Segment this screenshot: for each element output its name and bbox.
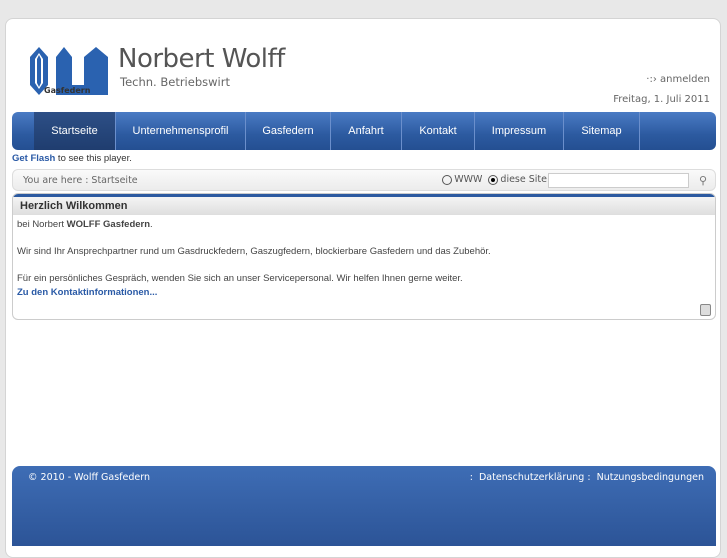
paragraph: Für ein persönliches Gespräch, wenden Si…	[17, 273, 463, 285]
footer-links: : Datenschutzerklärung : Nutzungsbedingu…	[470, 472, 704, 483]
separator: :	[587, 472, 591, 483]
current-date: Freitag, 1. Juli 2011	[613, 94, 710, 105]
brand-name: Norbert Wolff	[118, 44, 285, 74]
nav-kontakt[interactable]: Kontakt	[402, 112, 475, 150]
radio-site-label: diese Site	[500, 174, 547, 185]
nav-unternehmensprofil[interactable]: Unternehmensprofil	[116, 112, 246, 150]
content-title: Herzlich Wilkommen	[13, 194, 715, 215]
nav-gasfedern[interactable]: Gasfedern	[246, 112, 331, 150]
main-nav: Startseite Unternehmensprofil Gasfedern …	[12, 112, 716, 150]
intro-pre: bei Norbert	[17, 219, 67, 230]
print-icon[interactable]	[700, 304, 711, 316]
login-arrow-icon: ·:›	[646, 74, 661, 85]
login-link[interactable]: ·:› anmelden	[646, 74, 710, 85]
intro-bold: WOLFF Gasfedern	[66, 219, 151, 230]
nav-startseite[interactable]: Startseite	[34, 112, 116, 150]
nav-impressum[interactable]: Impressum	[475, 112, 564, 150]
radio-www[interactable]	[442, 174, 453, 185]
privacy-link[interactable]: Datenschutzerklärung	[479, 472, 584, 483]
radio-www-label: WWW	[454, 174, 483, 185]
radio-site[interactable]	[488, 174, 499, 185]
get-flash-link[interactable]: Get Flash	[12, 153, 55, 164]
login-label: anmelden	[660, 74, 710, 85]
intro-line: bei Norbert WOLFF Gasfedern.	[17, 218, 711, 232]
nav-anfahrt[interactable]: Anfahrt	[331, 112, 402, 150]
search-icon[interactable]: ⚲	[699, 174, 707, 187]
search-scope: WWW diese Site	[442, 174, 547, 185]
contact-link[interactable]: Zu den Kontaktinformationen...	[17, 287, 157, 298]
nav-sitemap[interactable]: Sitemap	[564, 112, 640, 150]
footer: © 2010 - Wolff Gasfedern : Datenschutzer…	[12, 466, 716, 546]
logo-caption: Gasfedern	[44, 86, 91, 95]
paragraph: Wir sind Ihr Ansprechpartner rund um Gas…	[17, 246, 491, 258]
terms-link[interactable]: Nutzungsbedingungen	[597, 472, 704, 483]
breadcrumb-bar: You are here : Startseite WWW diese Site…	[12, 169, 716, 191]
separator: :	[469, 472, 473, 483]
content-box: Herzlich Wilkommen bei Norbert WOLFF Gas…	[12, 193, 716, 320]
flash-notice: Get Flash to see this player.	[12, 153, 132, 164]
logo-icon[interactable]	[26, 41, 116, 116]
breadcrumb: You are here : Startseite	[23, 175, 138, 186]
search-input[interactable]	[548, 173, 689, 188]
intro-post: .	[150, 219, 153, 230]
flash-text: to see this player.	[55, 153, 132, 164]
brand-subtitle: Techn. Betriebswirt	[120, 75, 230, 89]
page-container: Gasfedern Norbert Wolff Techn. Betriebsw…	[5, 18, 721, 558]
copyright: © 2010 - Wolff Gasfedern	[28, 472, 150, 483]
